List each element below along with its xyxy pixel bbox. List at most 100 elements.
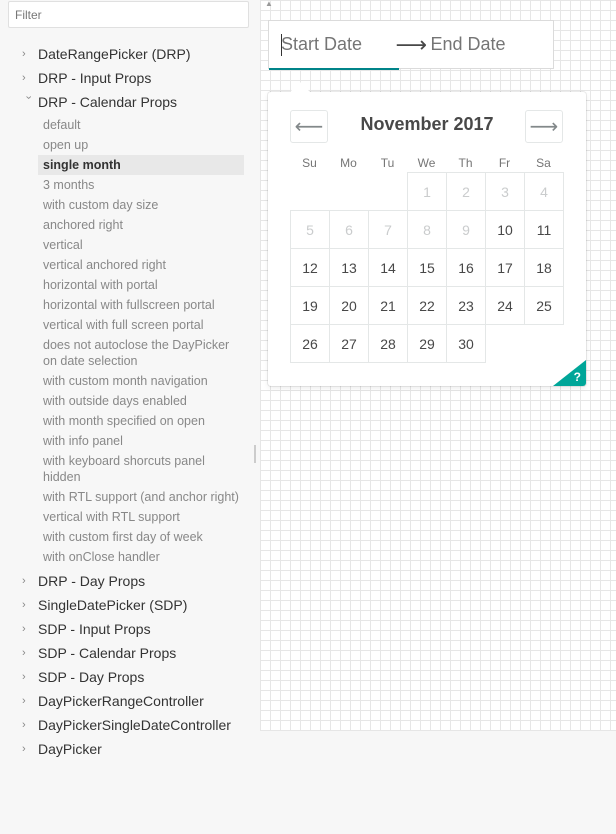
start-date-placeholder: Start Date <box>281 34 363 54</box>
story-kind-item[interactable]: with outside days enabled <box>38 391 244 411</box>
story-kind-item[interactable]: default <box>38 115 244 135</box>
calendar-day[interactable]: 23 <box>446 286 486 325</box>
story-daypickerrangecontroller[interactable]: › DayPickerRangeController <box>0 689 256 713</box>
weekday-header: Su Mo Tu We Th Fr Sa <box>290 156 563 170</box>
empty-day-cell <box>525 325 564 363</box>
story-sdp-day-props[interactable]: › SDP - Day Props <box>0 665 256 689</box>
calendar-day-blocked: 8 <box>407 210 447 249</box>
calendar-day-blocked: 9 <box>446 210 486 249</box>
story-kind-item[interactable]: with month specified on open <box>38 411 244 431</box>
badge-triangle <box>553 360 586 386</box>
calendar-day[interactable]: 22 <box>407 286 447 325</box>
calendar-day-blocked: 5 <box>290 210 330 249</box>
story-kind-item[interactable]: vertical with RTL support <box>38 507 244 527</box>
story-drp-calendar-props[interactable]: › DRP - Calendar Props <box>0 90 256 114</box>
story-drp-day-props[interactable]: › DRP - Day Props <box>0 569 256 593</box>
story-sdp-calendar-props[interactable]: › SDP - Calendar Props <box>0 641 256 665</box>
story-label: SDP - Calendar Props <box>38 645 177 661</box>
story-label: SingleDatePicker (SDP) <box>38 597 188 613</box>
chevron-right-icon: › <box>22 48 26 60</box>
story-daterangepicker-drp[interactable]: › DateRangePicker (DRP) <box>0 42 256 66</box>
calendar-day[interactable]: 18 <box>524 248 564 287</box>
calendar-day[interactable]: 20 <box>329 286 369 325</box>
story-kind-item[interactable]: with custom day size <box>38 195 244 215</box>
story-label: DRP - Calendar Props <box>38 94 178 110</box>
chevron-right-icon: › <box>22 623 26 635</box>
story-kind-item[interactable]: anchored right <box>38 215 244 235</box>
calendar-day[interactable]: 30 <box>446 324 486 363</box>
calendar-week-row: 26 27 28 29 30 <box>290 324 564 363</box>
story-label: DayPickerRangeController <box>38 693 204 709</box>
calendar-day-blocked: 1 <box>407 172 447 211</box>
story-label: DayPickerSingleDateController <box>38 717 231 733</box>
story-kind-item[interactable]: with custom first day of week <box>38 527 244 547</box>
end-date-input[interactable]: End Date <box>428 21 553 68</box>
chevron-down-icon: › <box>22 95 35 100</box>
weekday-label: Mo <box>340 156 357 170</box>
calendar-day[interactable]: 29 <box>407 324 447 363</box>
story-sdp-input-props[interactable]: › SDP - Input Props <box>0 617 256 641</box>
calendar-day[interactable]: 24 <box>485 286 525 325</box>
story-kind-item[interactable]: vertical anchored right <box>38 255 244 275</box>
story-kind-item[interactable]: does not autoclose the DayPicker on date… <box>38 335 244 371</box>
keyboard-shortcuts-button[interactable]: ? <box>553 360 586 386</box>
calendar-day[interactable]: 19 <box>290 286 330 325</box>
story-drp-input-props[interactable]: › DRP - Input Props <box>0 66 256 90</box>
story-kind-item[interactable]: with RTL support (and anchor right) <box>38 487 244 507</box>
story-kind-item[interactable]: with keyboard shorcuts panel hidden <box>38 451 244 487</box>
story-kind-item[interactable]: with custom month navigation <box>38 371 244 391</box>
filter-input[interactable] <box>8 1 249 28</box>
calendar-day-blocked: 7 <box>368 210 408 249</box>
calendar-day-blocked: 6 <box>329 210 369 249</box>
story-kind-item[interactable]: horizontal with fullscreen portal <box>38 295 244 315</box>
right-arrow-icon: ⟶ <box>529 116 559 138</box>
story-kind-item[interactable]: open up <box>38 135 244 155</box>
preview-canvas: ▲ Start Date ⟶ End Date ⟵ November 2017 … <box>260 0 616 731</box>
next-month-button[interactable]: ⟶ <box>525 110 563 143</box>
calendar-day[interactable]: 26 <box>290 324 330 363</box>
weekday-label: Fr <box>498 156 511 170</box>
chevron-right-icon: › <box>22 599 26 611</box>
calendar-day[interactable]: 16 <box>446 248 486 287</box>
chevron-right-icon: › <box>22 575 26 587</box>
calendar-popup: ⟵ November 2017 ⟶ Su Mo Tu We Th Fr Sa 1234567… <box>268 82 586 386</box>
calendar-day[interactable]: 28 <box>368 324 408 363</box>
calendar-day[interactable]: 11 <box>524 210 564 249</box>
story-kind-item[interactable]: with onClose handler <box>38 547 244 567</box>
story-daypickersingledatecontroller[interactable]: › DayPickerSingleDateController <box>0 713 256 737</box>
empty-day-cell <box>486 325 525 363</box>
calendar-day[interactable]: 14 <box>368 248 408 287</box>
calendar-day[interactable]: 13 <box>329 248 369 287</box>
calendar-day[interactable]: 15 <box>407 248 447 287</box>
calendar-week-row: 1234 <box>291 172 564 211</box>
story-daypicker[interactable]: › DayPicker <box>0 737 256 761</box>
story-kind-item[interactable]: with info panel <box>38 431 244 451</box>
date-range-input: Start Date ⟶ End Date <box>268 20 554 70</box>
story-kind-item[interactable]: horizontal with portal <box>38 275 244 295</box>
calendar-day[interactable]: 27 <box>329 324 369 363</box>
calendar-day[interactable]: 10 <box>485 210 525 249</box>
resize-handle[interactable] <box>254 445 256 463</box>
weekday-label: Th <box>458 156 473 170</box>
calendar-day[interactable]: 25 <box>524 286 564 325</box>
caret-up-icon: ▲ <box>265 0 273 8</box>
story-kind-item[interactable]: vertical <box>38 235 244 255</box>
day-grid: 1 2 3 4 5 6 7 8 9 10 11 12 13 14 15 16 17 18 19 20 21 22 23 24 2… <box>290 172 564 363</box>
weekday-label: Sa <box>536 156 551 170</box>
story-kind-item[interactable]: single month <box>38 155 244 175</box>
story-kind-item[interactable]: vertical with full screen portal <box>38 315 244 335</box>
end-date-placeholder: End Date <box>430 34 506 54</box>
story-singledatepicker-sdp[interactable]: › SingleDatePicker (SDP) <box>0 593 256 617</box>
weekday-label: Tu <box>380 156 395 170</box>
story-kind-item[interactable]: 3 months <box>38 175 244 195</box>
calendar-week-row: 19 20 21 22 23 24 25 <box>290 286 564 325</box>
empty-day-cell <box>291 173 330 211</box>
chevron-right-icon: › <box>22 695 26 707</box>
story-label: DRP - Day Props <box>38 573 146 589</box>
calendar-day[interactable]: 17 <box>485 248 525 287</box>
start-date-input[interactable]: Start Date <box>269 21 399 70</box>
help-icon: ? <box>573 370 581 384</box>
calendar-day[interactable]: 21 <box>368 286 408 325</box>
calendar-day[interactable]: 12 <box>290 248 330 287</box>
calendar-day-blocked: 2 <box>446 172 486 211</box>
